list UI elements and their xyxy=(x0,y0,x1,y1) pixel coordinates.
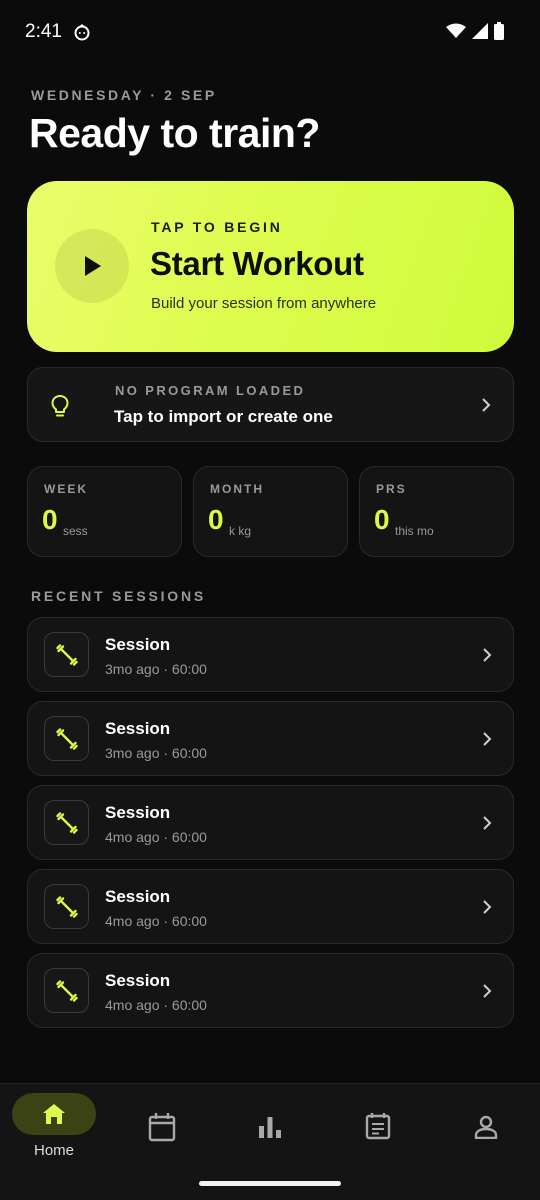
stat-unit: k kg xyxy=(229,524,252,538)
status-indicators xyxy=(446,22,504,40)
program-status-label: NO PROGRAM LOADED xyxy=(115,383,306,398)
session-meta: 3mo ago · 60:00 xyxy=(105,661,207,677)
nav-item-profile[interactable] xyxy=(432,1084,540,1200)
session-row[interactable]: Session 3mo ago · 60:00 xyxy=(27,617,514,692)
app-notification-icon xyxy=(74,24,90,41)
session-title: Session xyxy=(105,719,171,738)
lightbulb-icon xyxy=(51,395,69,417)
status-bar: 2:41 xyxy=(0,0,540,64)
start-workout-card[interactable]: TAP TO BEGIN Start Workout Build your se… xyxy=(27,181,514,352)
chevron-right-icon xyxy=(483,900,492,914)
dumbbell-icon xyxy=(55,895,78,918)
dumbbell-icon xyxy=(55,979,78,1002)
gesture-home-indicator[interactable] xyxy=(199,1181,341,1186)
signal-icon xyxy=(472,23,488,39)
calendar-icon xyxy=(148,1113,176,1142)
stat-card-prs: PRS 0 this mo xyxy=(359,466,514,557)
wifi-icon xyxy=(446,23,466,38)
bar-chart-icon xyxy=(259,1117,281,1138)
battery-icon xyxy=(494,22,504,40)
session-row[interactable]: Session 4mo ago · 60:00 xyxy=(27,869,514,944)
session-meta: 4mo ago · 60:00 xyxy=(105,997,207,1013)
chevron-right-icon xyxy=(483,648,492,662)
session-icon-box xyxy=(44,884,89,929)
dumbbell-icon xyxy=(55,811,78,834)
session-meta: 4mo ago · 60:00 xyxy=(105,829,207,845)
session-meta: 4mo ago · 60:00 xyxy=(105,913,207,929)
play-icon xyxy=(85,256,101,276)
program-card[interactable]: NO PROGRAM LOADED Tap to import or creat… xyxy=(27,367,514,442)
session-title: Session xyxy=(105,635,171,654)
stat-label: WEEK xyxy=(44,482,88,496)
stat-value: 0 xyxy=(42,504,58,535)
session-row[interactable]: Session 4mo ago · 60:00 xyxy=(27,785,514,860)
play-button[interactable] xyxy=(55,229,129,303)
session-icon-box xyxy=(44,968,89,1013)
start-kicker: TAP TO BEGIN xyxy=(151,219,283,235)
chevron-right-icon xyxy=(483,816,492,830)
session-title: Session xyxy=(105,971,171,990)
session-title: Session xyxy=(105,803,171,822)
stat-card-month: MONTH 0 k kg xyxy=(193,466,348,557)
session-meta: 3mo ago · 60:00 xyxy=(105,745,207,761)
nav-label-home: Home xyxy=(33,1142,74,1159)
schedule-icon xyxy=(365,1113,391,1140)
chevron-right-icon xyxy=(482,398,491,412)
home-icon xyxy=(43,1104,65,1124)
page-title: Ready to train? xyxy=(29,110,320,156)
chevron-right-icon xyxy=(483,984,492,998)
session-icon-box xyxy=(44,632,89,677)
session-title: Session xyxy=(105,887,171,906)
stat-label: MONTH xyxy=(210,482,264,496)
session-row[interactable]: Session 4mo ago · 60:00 xyxy=(27,953,514,1028)
stat-label: PRS xyxy=(376,482,407,496)
recent-sessions-heading: RECENT SESSIONS xyxy=(31,588,207,604)
date-label: WEDNESDAY · 2 SEP xyxy=(31,87,217,103)
profile-icon xyxy=(474,1115,498,1139)
start-workout-subtitle: Build your session from anywhere xyxy=(151,295,377,312)
session-icon-box xyxy=(44,800,89,845)
session-icon-box xyxy=(44,716,89,761)
chevron-right-icon xyxy=(483,732,492,746)
program-action-text: Tap to import or create one xyxy=(114,407,333,426)
stat-unit: sess xyxy=(63,524,88,538)
stat-unit: this mo xyxy=(395,524,434,538)
stat-value: 0 xyxy=(208,504,224,535)
nav-item-home[interactable]: Home xyxy=(0,1084,108,1200)
start-workout-title: Start Workout xyxy=(150,245,364,282)
session-row[interactable]: Session 3mo ago · 60:00 xyxy=(27,701,514,776)
dumbbell-icon xyxy=(55,643,78,666)
status-time: 2:41 xyxy=(25,21,62,42)
stat-value: 0 xyxy=(374,504,390,535)
dumbbell-icon xyxy=(55,727,78,750)
nav-active-indicator xyxy=(12,1093,96,1135)
stat-card-week: WEEK 0 sess xyxy=(27,466,182,557)
